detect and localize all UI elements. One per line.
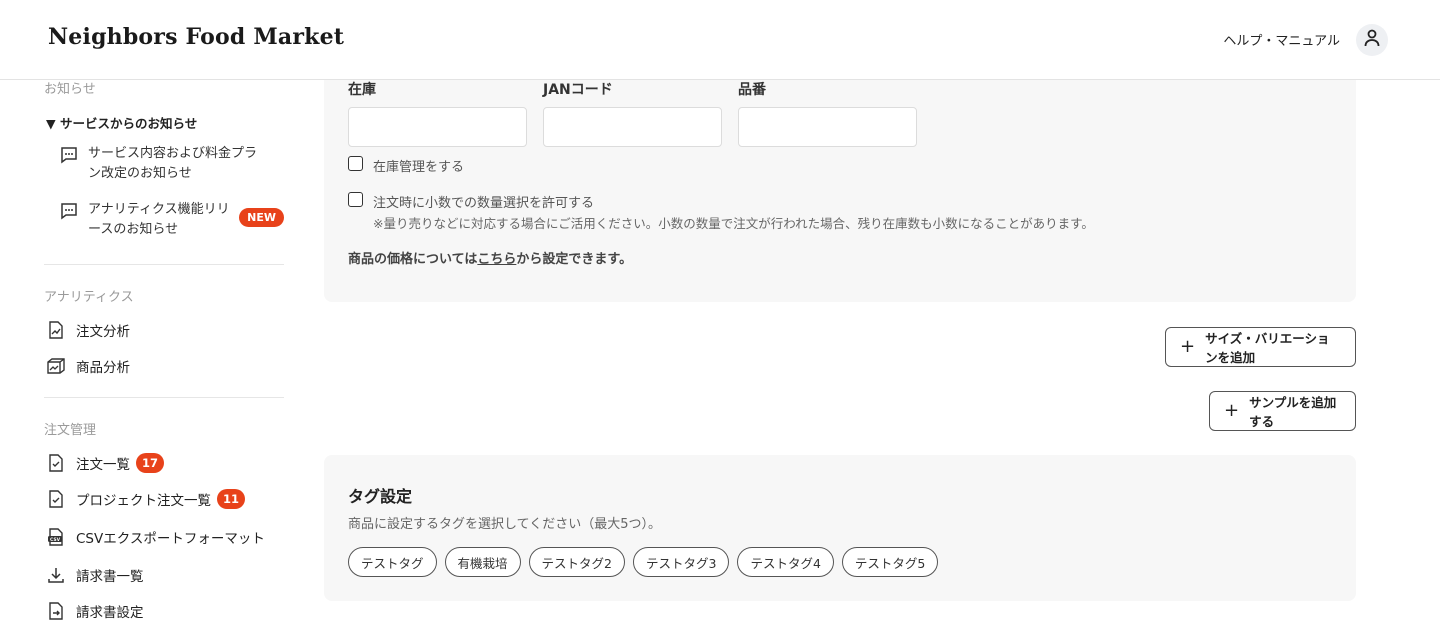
manage-stock-checkbox[interactable] [348,156,363,171]
user-menu-button[interactable] [1356,24,1388,56]
cube-chart-icon [46,356,66,376]
sku-input[interactable] [738,107,917,147]
sidebar-item-order-analytics[interactable]: 注文分析 [46,320,130,340]
tag-list: テストタグ 有機栽培 テストタグ2 テストタグ3 テストタグ4 テストタグ5 [348,547,939,577]
service-notices-group-toggle[interactable]: ▼ サービスからのお知らせ [46,113,197,132]
decimal-quantity-hint: ※量り売りなどに対応する場合にご活用ください。小数の数量で注文が行われた場合、残… [373,216,1094,231]
sidebar-item-label: 注文一覧 [76,457,130,473]
order-count-badge: 17 [136,453,165,473]
sidebar: お知らせ ▼ サービスからのお知らせ サービス内容および料金プラン改定のお知らせ… [0,80,300,621]
orders-section-title: 注文管理 [44,423,97,438]
message-icon [60,146,78,168]
jan-code-input[interactable] [543,107,722,147]
doc-check-icon [46,489,66,509]
notice-label: アナリティクス機能リリースのお知らせ [88,202,230,237]
sidebar-item-project-order-list[interactable]: プロジェクト注文一覧 11 [46,489,246,509]
sidebar-item-order-list[interactable]: 注文一覧 17 [46,453,165,473]
tag-settings-title: タグ設定 [348,487,413,506]
user-icon [1364,29,1380,51]
download-icon [46,565,66,585]
sidebar-item-invoice-list[interactable]: 請求書一覧 [46,565,144,585]
tag-chip[interactable]: 有機栽培 [444,547,521,577]
sidebar-item-invoice-settings[interactable]: 請求書設定 [46,601,144,621]
message-icon [60,202,78,224]
csv-icon: CSV [46,527,66,547]
plus-icon: + [1180,336,1196,357]
sidebar-item-label: 注文分析 [76,324,130,340]
jan-code-label: JANコード [543,82,613,98]
notice-item-analytics-release[interactable]: アナリティクス機能リリースのお知らせ NEW [60,200,290,240]
add-variation-button[interactable]: + サイズ・バリエーションを追加 [1165,327,1356,367]
tag-chip[interactable]: テストタグ5 [841,547,939,577]
notice-label: サービス内容および料金プラン改定のお知らせ [88,146,258,181]
sidebar-divider [44,264,284,265]
sidebar-item-product-analytics[interactable]: 商品分析 [46,356,130,376]
add-variation-label: サイズ・バリエーションを追加 [1205,331,1330,365]
help-manual-link[interactable]: ヘルプ・マニュアル [1223,30,1340,49]
tag-chip[interactable]: テストタグ3 [632,547,730,577]
add-sample-label: サンプルを追加する [1249,395,1337,429]
stock-label: 在庫 [348,82,376,98]
add-sample-button[interactable]: + サンプルを追加する [1209,391,1356,431]
new-badge: NEW [239,208,284,227]
price-note-suffix: から設定できます。 [516,252,633,267]
sidebar-item-label: 請求書設定 [76,605,144,621]
tag-settings-description: 商品に設定するタグを選択してください（最大5つ）。 [348,517,661,532]
tag-chip[interactable]: テストタグ2 [528,547,625,577]
svg-text:CSV: CSV [50,537,61,543]
plus-icon: + [1224,400,1240,421]
decimal-quantity-label[interactable]: 注文時に小数での数量選択を許可する [373,192,594,211]
sidebar-divider [44,397,284,398]
doc-check-icon [46,453,66,473]
sidebar-item-csv-export-format[interactable]: CSV CSVエクスポートフォーマット [46,527,265,547]
line-chart-doc-icon [46,320,66,340]
price-note-prefix: 商品の価格については [348,252,478,267]
site-logo[interactable]: Neighbors Food Market [48,24,344,50]
top-header: Neighbors Food Market ヘルプ・マニュアル [0,0,1440,80]
tag-chip[interactable]: テストタグ4 [737,547,834,577]
sidebar-item-label: 請求書一覧 [76,569,144,585]
notices-section-title: お知らせ [44,82,96,97]
notice-item-plan-change[interactable]: サービス内容および料金プラン改定のお知らせ [60,144,290,184]
project-order-count-badge: 11 [217,489,246,509]
tag-chip[interactable]: テストタグ [348,547,437,577]
price-setting-link[interactable]: こちら [477,252,516,267]
manage-stock-label[interactable]: 在庫管理をする [373,156,464,175]
doc-arrow-icon [46,601,66,621]
sidebar-item-label: プロジェクト注文一覧 [76,493,211,509]
sku-label: 品番 [738,82,766,98]
price-setting-note: 商品の価格についてはこちらから設定できます。 [348,248,632,267]
stock-input[interactable] [348,107,527,147]
decimal-quantity-checkbox[interactable] [348,192,363,207]
sidebar-item-label: CSVエクスポートフォーマット [76,531,265,547]
sidebar-item-label: 商品分析 [76,360,130,376]
analytics-section-title: アナリティクス [44,290,134,305]
